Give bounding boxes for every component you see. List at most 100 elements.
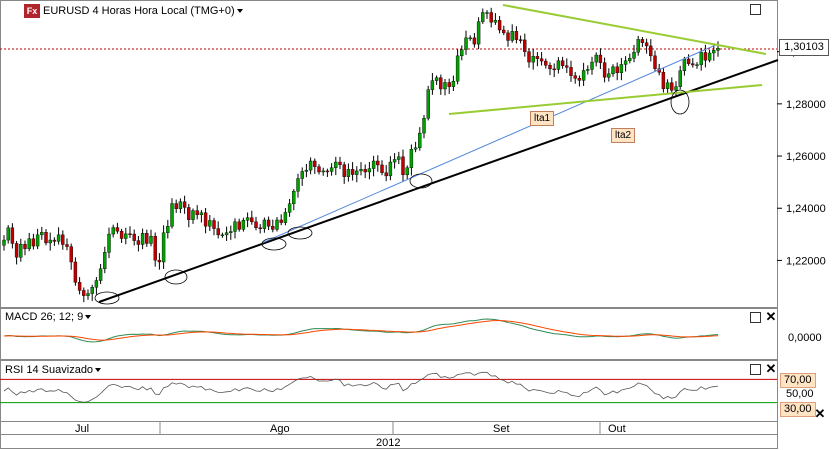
rsi-lower-badge: 30,00 [780,402,816,417]
candle-body [451,80,456,87]
axes: 1,220001,240001,260001,280001,30000JulAg… [75,47,826,449]
candle-body [254,221,258,229]
fx-logo: Fx [24,4,40,18]
candle-body [640,39,645,43]
rsi-maximize-button[interactable] [750,364,761,375]
candle-body [300,171,304,179]
candle-body [140,233,145,245]
candle-body [502,29,506,34]
rsi-title[interactable]: RSI 14 Suavizado [5,364,102,376]
candle-body [586,69,590,71]
close-window-icon[interactable]: ✕ [814,407,826,420]
candle-body [174,203,178,209]
candle-body [544,60,548,66]
title-dropdown-icon[interactable] [236,9,243,14]
rsi-mid-label: 50,00 [786,388,814,400]
candle-body [77,282,82,291]
candle-body [367,168,372,173]
candle-body [224,232,229,236]
candle-body [266,219,271,227]
time-axis-frame [0,421,778,435]
candle-body [44,232,48,244]
candle-body [397,156,401,160]
candle-body [535,56,540,59]
price-plot [0,4,779,305]
candle-body [409,149,414,168]
candle-body [82,290,86,296]
candle-body [661,72,666,89]
candle-body [237,221,241,230]
y-tick-label: 1,22000 [786,255,826,267]
candle-body [401,156,405,176]
chart-title-text: EURUSD 4 Horas Hora Local (TMG+0) [43,5,235,17]
candle-body [384,172,388,177]
candle-body [124,233,128,239]
macd-panel-frame [0,308,778,360]
candle-body [27,238,31,249]
candle-body [556,60,561,70]
candle-body [161,232,166,263]
candle-body [86,293,90,296]
chart-canvas: 1,220001,240001,260001,280001,30000JulAg… [0,0,826,449]
candle-body [699,52,703,65]
rsi-plot [0,371,777,404]
rsi-close-icon[interactable]: ✕ [765,362,777,375]
x-tick-label: Jul [75,423,89,435]
candle-body [548,65,552,70]
candle-body [191,210,195,220]
candle-body [464,37,468,50]
candle-body [262,219,267,229]
candle-body [195,210,199,215]
candle-body [636,39,640,53]
candle-body [497,20,502,31]
candle-body [166,226,170,233]
macd-title[interactable]: MACD 26; 12; 9 [5,311,92,323]
candle-body [531,56,535,63]
candle-body [170,203,174,227]
thin-trendline [261,43,719,244]
candle-body [136,240,141,245]
candle-body [73,261,78,283]
candle-body [628,57,632,61]
candle-body [182,201,187,208]
candle-body [695,64,699,66]
candle-body [334,161,338,168]
candle-body [350,169,355,175]
candle-body [52,239,57,242]
maximize-button[interactable] [750,4,761,15]
candle-body [346,169,351,177]
macd-close-icon[interactable]: ✕ [765,310,777,323]
macd-signal-line [3,319,719,341]
candle-body [443,82,447,90]
candle-body [607,73,611,78]
candle-body [304,169,309,172]
macd-maximize-button[interactable] [750,312,761,323]
candle-body [6,227,10,241]
candle-body [220,234,225,237]
candle-body [560,60,565,66]
candle-body [430,80,435,90]
chart-title[interactable]: EURUSD 4 Horas Hora Local (TMG+0) [43,5,243,17]
year-label: 2012 [376,437,400,449]
candle-body [342,164,346,177]
trendline-label-lta1: lta1 [530,111,555,126]
candle-body [271,226,275,230]
rsi-dropdown-icon[interactable] [95,368,102,373]
macd-dropdown-icon[interactable] [85,315,92,320]
macd-line [3,318,719,343]
candle-body [233,221,237,232]
candle-body [283,212,288,223]
candle-body [476,21,481,45]
candle-body [472,37,477,45]
candle-body [598,54,603,63]
candle-body [153,235,157,261]
candle-body [103,252,107,269]
candle-body [707,52,712,61]
candle-body [439,77,443,90]
y-tick-label: 1,26000 [786,151,826,163]
candle-body [149,235,153,244]
candle-body [216,228,220,236]
candle-body [245,217,250,221]
candle-body [674,86,678,91]
candle-body [611,66,615,75]
